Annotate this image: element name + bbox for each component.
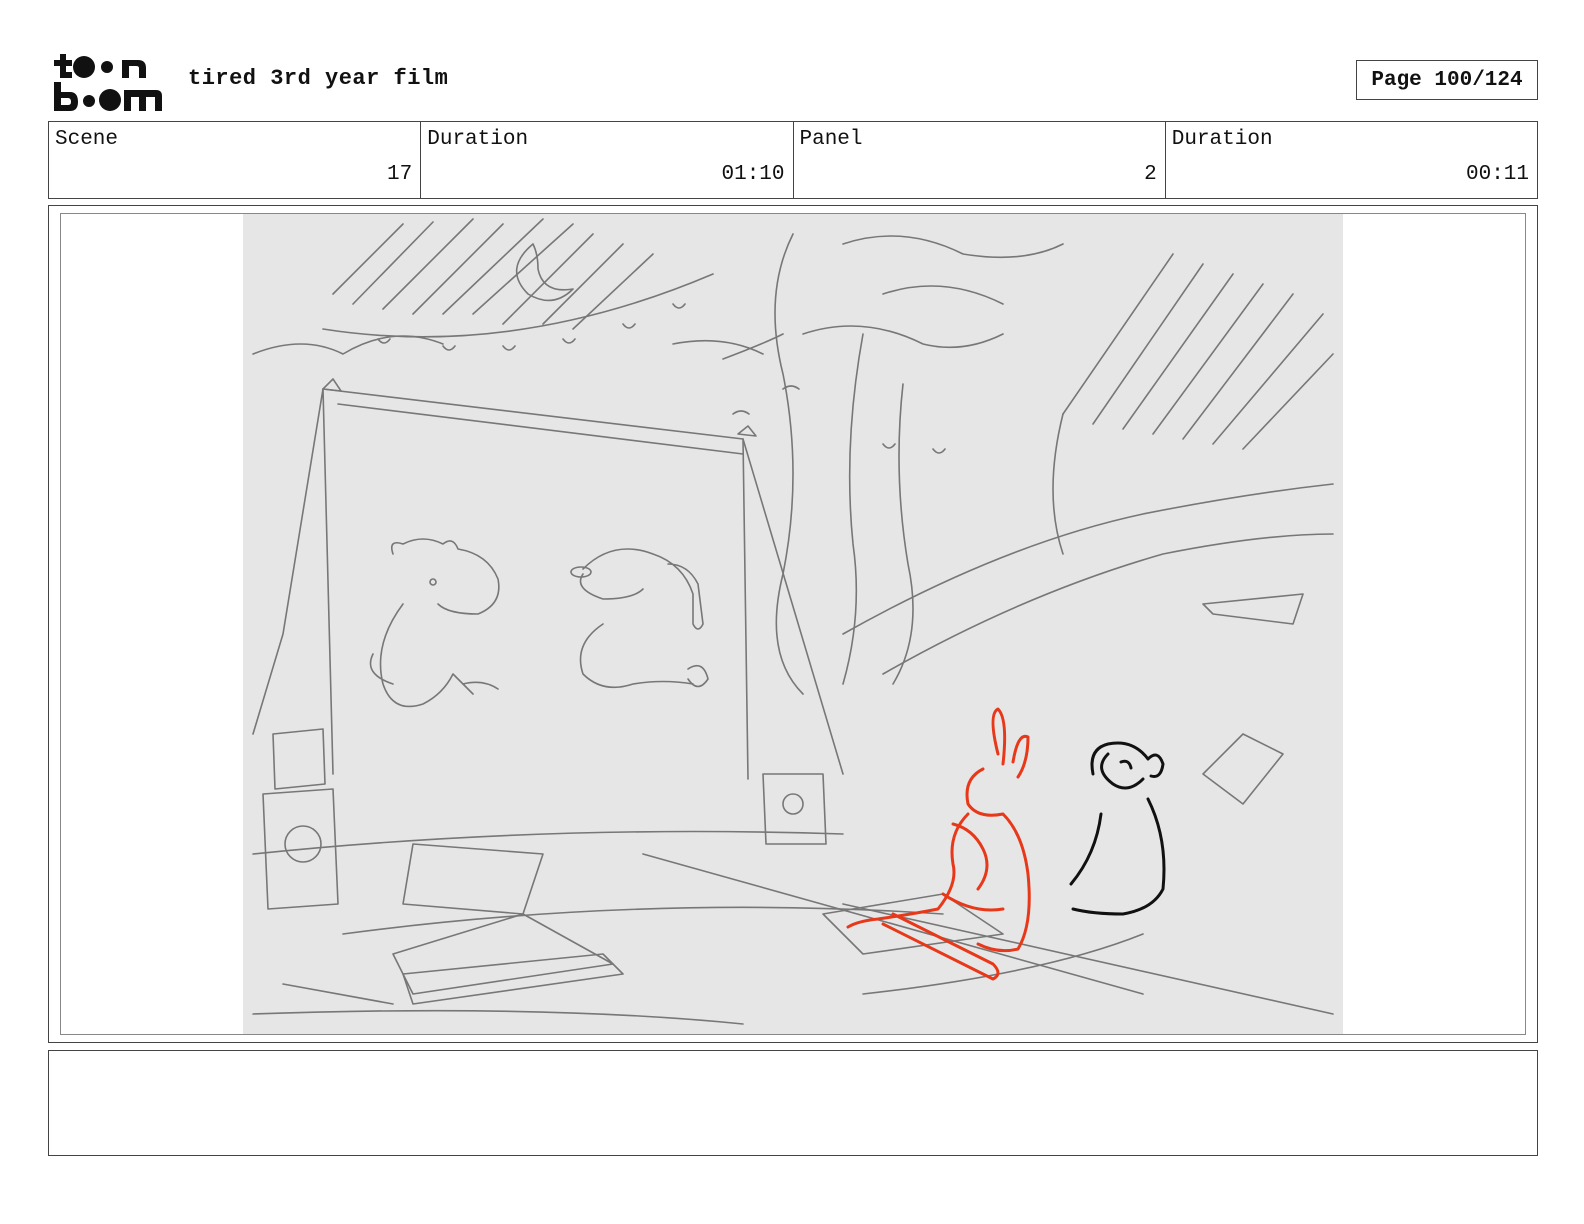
scene-duration-label: Duration [427, 128, 529, 151]
page-indicator: Page 100/124 [1356, 60, 1538, 100]
sketch-drawing [252, 218, 1334, 1025]
scene-label: Scene [55, 128, 119, 151]
pencil-background [252, 218, 1334, 1025]
panel-duration-value: 00:11 [1465, 163, 1529, 186]
rabbit-character [846, 707, 1031, 981]
panel-label: Panel [799, 128, 863, 151]
toon-boom-logo [52, 52, 164, 112]
monkey-character [1069, 741, 1166, 916]
project-title: tired 3rd year film [188, 66, 449, 91]
panel-value: 2 [1144, 163, 1157, 186]
scene-value: 17 [387, 163, 413, 186]
panel-duration-cell: Duration 00:11 [1166, 122, 1537, 198]
panel-cell: Panel 2 [794, 122, 1166, 198]
scene-cell: Scene 17 [49, 122, 422, 198]
storyboard-sketch [243, 214, 1343, 1034]
panel-duration-label: Duration [1171, 128, 1273, 151]
scene-duration-cell: Duration 01:10 [421, 122, 794, 198]
scene-duration-value: 01:10 [721, 163, 785, 186]
info-bar: Scene 17 Duration 01:10 Panel 2 Duration… [48, 121, 1538, 199]
logo-mark [54, 54, 162, 111]
panel-notes [48, 1050, 1538, 1156]
